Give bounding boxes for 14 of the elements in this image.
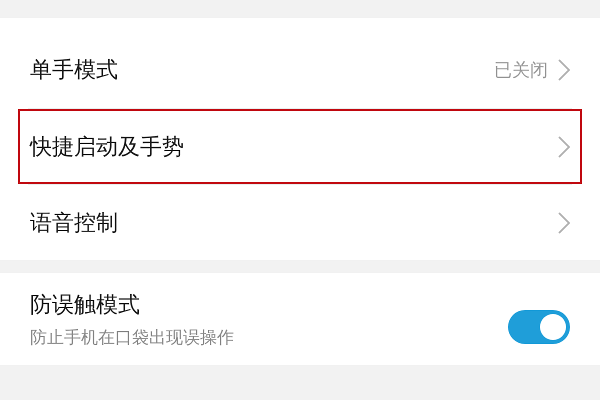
setting-description: 防止手机在口袋出现误操作 <box>30 326 235 348</box>
toggle-switch[interactable] <box>508 310 570 344</box>
settings-row[interactable]: 语音控制 <box>18 185 582 260</box>
setting-label: 快捷启动及手势 <box>30 134 185 162</box>
setting-value: 已关闭 <box>494 59 548 82</box>
setting-label: 单手模式 <box>30 57 119 85</box>
setting-label: 防误触模式 <box>30 292 141 320</box>
chevron-icon <box>558 136 570 158</box>
settings-row[interactable]: 防误触模式 防止手机在口袋出现误操作 <box>18 273 582 365</box>
chevron-icon <box>558 212 570 234</box>
chevron-icon <box>558 59 570 81</box>
settings-row[interactable]: 快捷启动及手势 <box>18 109 582 184</box>
settings-row[interactable]: 单手模式 已关闭 <box>18 18 582 108</box>
setting-label: 语音控制 <box>30 210 119 238</box>
